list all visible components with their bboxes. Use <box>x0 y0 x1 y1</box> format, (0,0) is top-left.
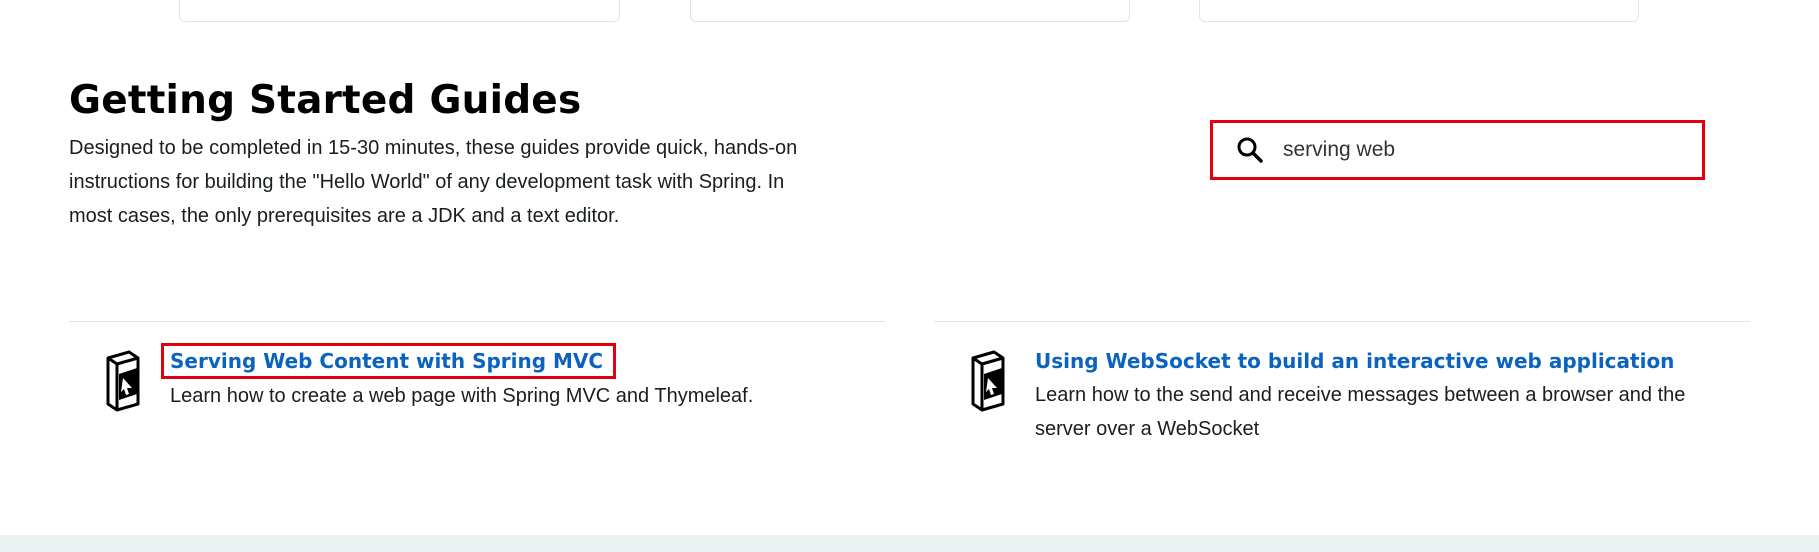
page-title: Getting Started Guides <box>69 78 582 123</box>
divider <box>69 321 885 322</box>
guide-result: Serving Web Content with Spring MVC Lear… <box>105 343 865 413</box>
search-box[interactable] <box>1210 120 1705 180</box>
search-input[interactable] <box>1283 138 1683 162</box>
result-body: Serving Web Content with Spring MVC Lear… <box>161 343 754 413</box>
result-body: Using WebSocket to build an interactive … <box>1035 346 1740 446</box>
page-description: Designed to be completed in 15-30 minute… <box>69 137 798 227</box>
guide-title-link[interactable]: Serving Web Content with Spring MVC <box>161 343 617 379</box>
card-stub[interactable] <box>690 0 1130 22</box>
guide-title-link[interactable]: Using WebSocket to build an interactive … <box>1035 346 1674 376</box>
divider <box>934 321 1750 322</box>
guide-description: Learn how to the send and receive messag… <box>1035 384 1686 440</box>
search-icon <box>1231 131 1269 169</box>
guide-description: Learn how to create a web page with Spri… <box>170 385 754 407</box>
card-stub[interactable] <box>179 0 620 22</box>
guides-page: Getting Started Guides Designed to be co… <box>0 0 1819 552</box>
footer-band <box>0 535 1819 552</box>
card-stub[interactable] <box>1199 0 1639 22</box>
guide-book-icon <box>105 350 141 412</box>
guide-book-icon <box>970 350 1006 412</box>
guide-result: Using WebSocket to build an interactive … <box>970 346 1740 446</box>
